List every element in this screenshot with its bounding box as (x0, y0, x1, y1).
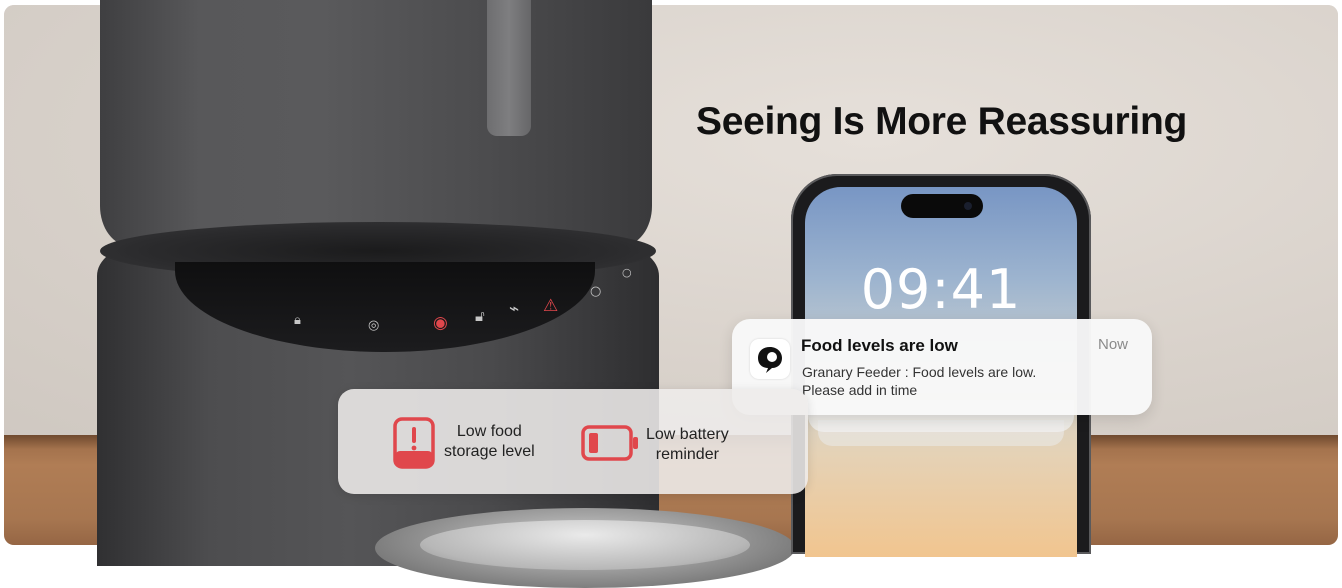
alert-label: Low battery reminder (646, 425, 729, 465)
notification-body: Granary Feeder : Food levels are low. (802, 364, 1037, 380)
power-icon: ○ (622, 266, 632, 279)
bowl-inner (420, 520, 750, 570)
granary-app-icon (750, 339, 790, 379)
feeder-hopper (100, 0, 652, 246)
alert-label-line2: reminder (655, 446, 719, 463)
unlock-icon: 🔓︎ (475, 307, 485, 325)
low-battery-icon (581, 425, 639, 466)
notification-time: Now (1098, 336, 1129, 353)
bowl-alert-icon: ◉ (433, 313, 448, 333)
food-button-icon: ◎ (368, 318, 380, 333)
headline: Seeing Is More Reassuring (696, 100, 1187, 143)
front-camera (964, 202, 972, 210)
alert-label: Low food storage level (444, 422, 535, 462)
warning-icon: ⚠︎ (543, 296, 559, 316)
notification-body: Please add in time (802, 382, 918, 398)
alert-label-line1: Low food (456, 423, 522, 440)
feeder-window (487, 0, 531, 136)
alert-label-line1: Low battery (646, 426, 729, 443)
microphone-icon: ○ (590, 284, 602, 299)
notification-title: Food levels are low (801, 336, 958, 355)
lock-icon: 🔒︎ (294, 313, 301, 328)
wifi-icon: ⌁ (509, 299, 520, 319)
alert-label-line2: storage level (444, 443, 535, 460)
lockscreen-clock: 09:41 (860, 258, 1022, 321)
low-food-storage-icon (393, 417, 435, 474)
